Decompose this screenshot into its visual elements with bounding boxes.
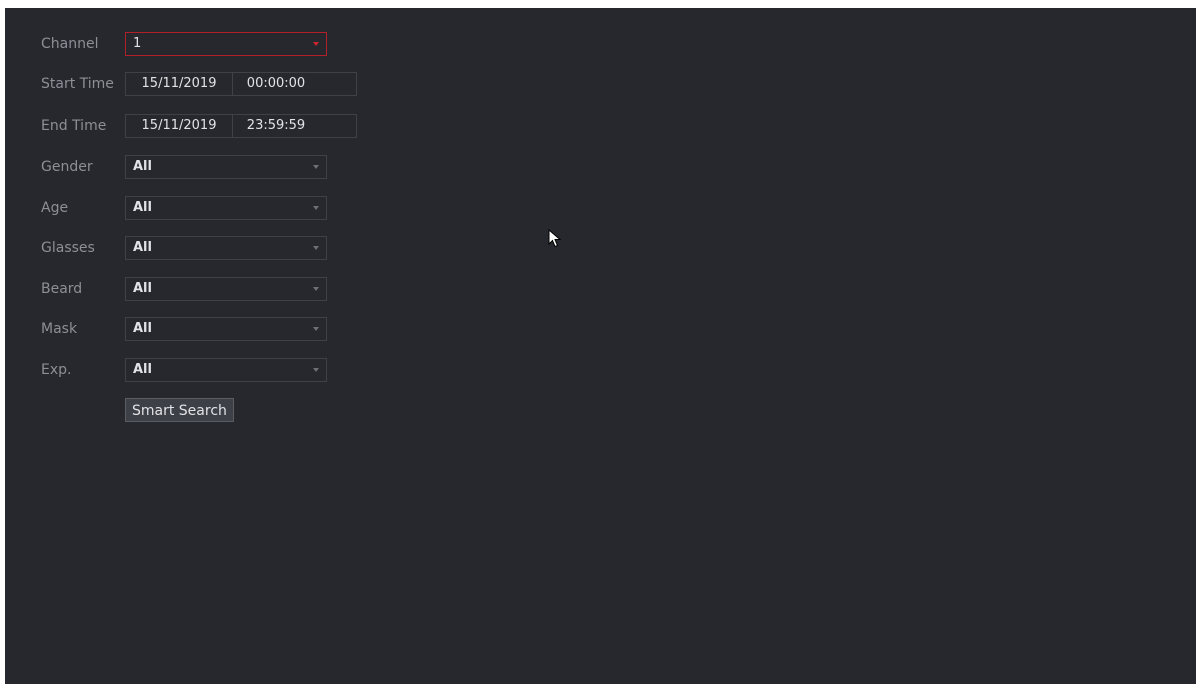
end-time-input[interactable]: 23:59:59 <box>233 115 319 137</box>
expression-label: Exp. <box>41 362 72 378</box>
glasses-value: All <box>133 240 152 255</box>
mask-label: Mask <box>41 321 78 337</box>
beard-label: Beard <box>41 281 83 297</box>
channel-select[interactable]: 1 <box>125 32 327 56</box>
chevron-down-icon <box>313 368 319 372</box>
start-date-input[interactable]: 15/11/2019 <box>126 73 233 95</box>
smart-search-button[interactable]: Smart Search <box>125 398 234 422</box>
start-time-label: Start Time <box>41 76 114 92</box>
glasses-select[interactable]: All <box>125 236 327 260</box>
channel-label: Channel <box>41 36 99 52</box>
start-time-field: 15/11/2019 00:00:00 <box>125 72 357 96</box>
mask-value: All <box>133 321 152 336</box>
chevron-down-icon <box>313 246 319 250</box>
end-time-field: 15/11/2019 23:59:59 <box>125 114 357 138</box>
beard-value: All <box>133 281 152 296</box>
start-time-input[interactable]: 00:00:00 <box>233 73 319 95</box>
channel-value: 1 <box>133 36 142 51</box>
chevron-down-icon <box>313 327 319 331</box>
expression-value: All <box>133 362 152 377</box>
age-value: All <box>133 200 152 215</box>
gender-select[interactable]: All <box>125 155 327 179</box>
chevron-down-icon <box>313 42 319 46</box>
end-time-label: End Time <box>41 118 107 134</box>
chevron-down-icon <box>313 287 319 291</box>
chevron-down-icon <box>313 206 319 210</box>
beard-select[interactable]: All <box>125 277 327 301</box>
search-panel: Channel 1 Start Time 15/11/2019 00:00:00… <box>5 8 1196 684</box>
gender-label: Gender <box>41 159 93 175</box>
age-label: Age <box>41 200 69 216</box>
mouse-cursor-icon <box>548 229 562 248</box>
age-select[interactable]: All <box>125 196 327 220</box>
mask-select[interactable]: All <box>125 317 327 341</box>
end-date-input[interactable]: 15/11/2019 <box>126 115 233 137</box>
expression-select[interactable]: All <box>125 358 327 382</box>
chevron-down-icon <box>313 165 319 169</box>
gender-value: All <box>133 159 152 174</box>
glasses-label: Glasses <box>41 240 95 256</box>
